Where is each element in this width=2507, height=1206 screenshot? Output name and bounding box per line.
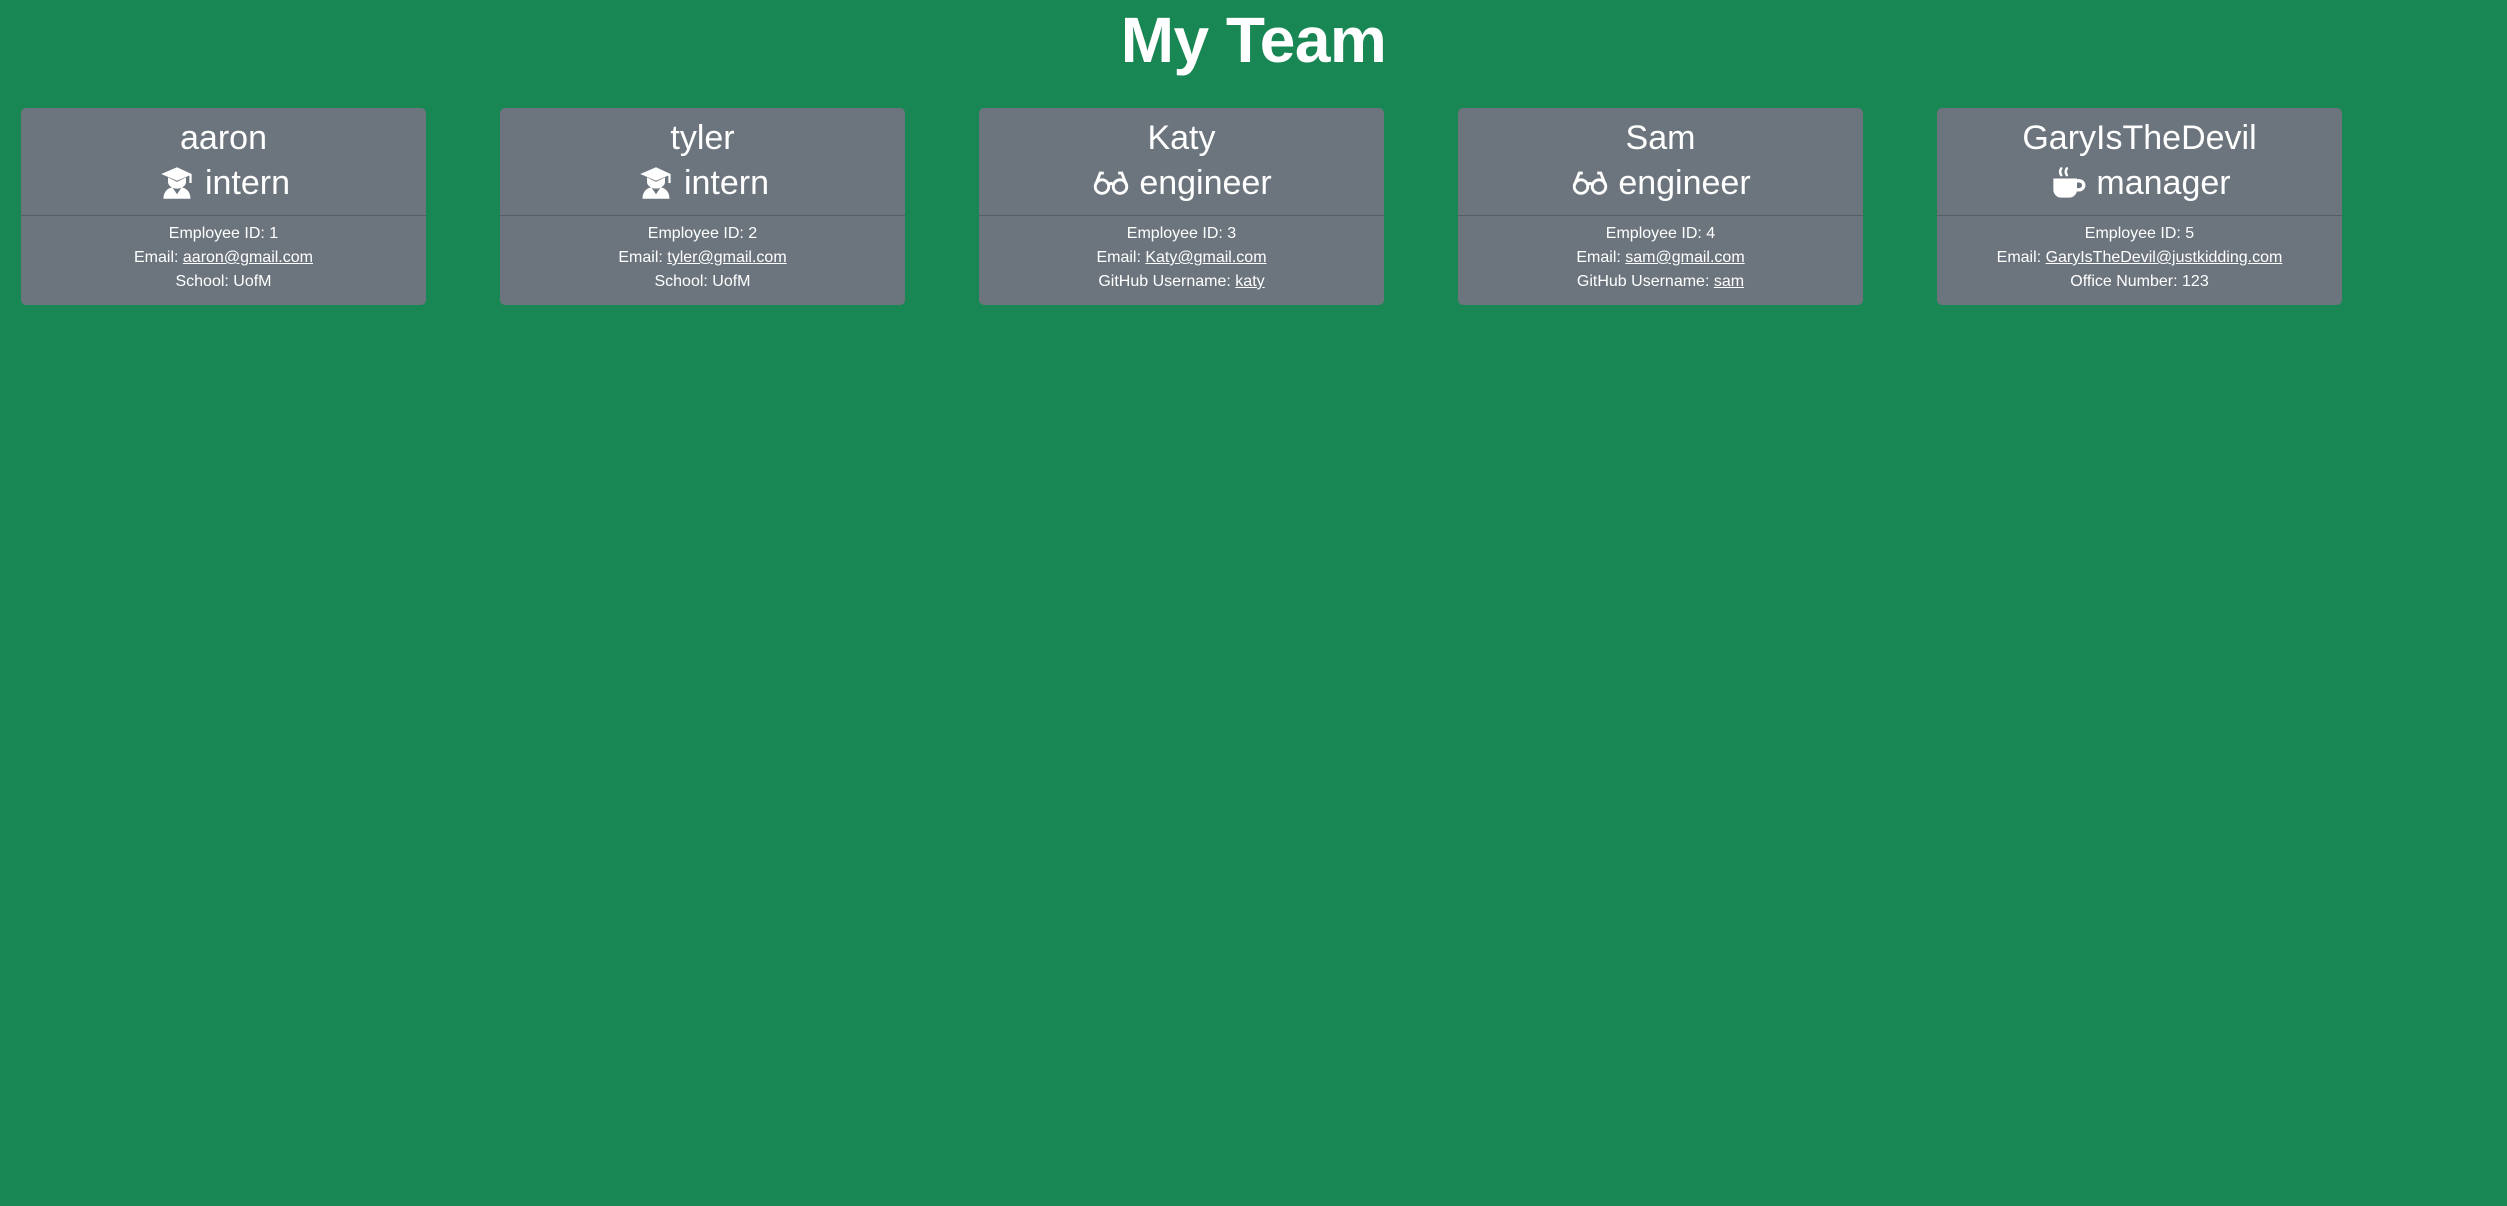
email-label: Email: <box>134 249 183 266</box>
email-label: Email: <box>618 249 668 266</box>
employee-role: engineer <box>979 158 1384 208</box>
employee-id: Employee ID: 5 <box>2084 225 2195 242</box>
email-line: Email: aaron@gmail.com <box>21 246 426 270</box>
github-link[interactable]: katy <box>1235 273 1264 290</box>
employee-id: Employee ID: 2 <box>647 225 758 242</box>
email-link[interactable]: aaron@gmail.com <box>183 249 313 266</box>
card-header: GaryIsTheDevil manager <box>1937 108 2342 216</box>
email-label: Email: <box>1576 249 1626 266</box>
card-body: Employee ID: 1 Email: aaron@gmail.com Sc… <box>21 216 426 294</box>
office-number: 123 <box>2182 273 2209 290</box>
card-header: tyler intern <box>500 108 905 216</box>
school-label: School: <box>654 273 713 290</box>
email-label: Email: <box>1096 249 1146 266</box>
github-line: GitHub Username: sam <box>1458 270 1863 294</box>
employee-role: intern <box>500 158 905 208</box>
school-line: School: UofM <box>500 270 905 294</box>
role-label: intern <box>204 163 291 202</box>
email-line: Email: tyler@gmail.com <box>500 246 905 270</box>
email-line: Email: Katy@gmail.com <box>979 246 1384 270</box>
card-header: aaron intern <box>21 108 426 216</box>
employee-id: Employee ID: 3 <box>1126 225 1237 242</box>
glasses-icon <box>1570 163 1610 203</box>
graduate-icon <box>636 163 676 203</box>
github-label: GitHub Username: <box>1098 273 1236 290</box>
employee-role: engineer <box>1458 158 1863 208</box>
card-body: Employee ID: 4 Email: sam@gmail.com GitH… <box>1458 216 1863 294</box>
school-line: School: UofM <box>21 270 426 294</box>
email-link[interactable]: GaryIsTheDevil@justkidding.com <box>2046 249 2283 266</box>
employee-id: Employee ID: 4 <box>1605 225 1716 242</box>
employee-card: GaryIsTheDevil manager Employee ID: 5 Em… <box>1937 108 2342 305</box>
employee-role: manager <box>1937 158 2342 208</box>
email-line: Email: sam@gmail.com <box>1458 246 1863 270</box>
employee-name: Sam <box>1625 119 1696 157</box>
employee-name: tyler <box>670 119 735 157</box>
role-label: intern <box>683 163 770 202</box>
employee-card: aaron intern Employee ID: 1 Email: aaron… <box>21 108 426 305</box>
role-label: manager <box>2096 163 2231 202</box>
employee-name: aaron <box>180 119 267 157</box>
school-value: UofM <box>712 273 751 290</box>
office-label: Office Number: <box>2070 273 2183 290</box>
employee-id: Employee ID: 1 <box>168 225 279 242</box>
card-header: Sam engineer <box>1458 108 1863 216</box>
employee-name: Katy <box>1147 119 1216 157</box>
coffee-icon <box>2048 163 2088 203</box>
employee-card: Katy engineer Employee ID: 3 Email: Katy… <box>979 108 1384 305</box>
employee-card: Sam engineer Employee ID: 4 Email: sam@g… <box>1458 108 1863 305</box>
team-cards: aaron intern Employee ID: 1 Email: aaron… <box>0 108 2507 308</box>
role-label: engineer <box>1618 163 1751 202</box>
page-title: My Team <box>1120 4 1387 76</box>
card-body: Employee ID: 5 Email: GaryIsTheDevil@jus… <box>1937 216 2342 294</box>
glasses-icon <box>1091 163 1131 203</box>
email-link[interactable]: tyler@gmail.com <box>667 249 786 266</box>
card-body: Employee ID: 3 Email: Katy@gmail.com Git… <box>979 216 1384 294</box>
office-line: Office Number: 123 <box>1937 270 2342 294</box>
card-header: Katy engineer <box>979 108 1384 216</box>
role-label: engineer <box>1139 163 1272 202</box>
graduate-icon <box>157 163 197 203</box>
employee-name: GaryIsTheDevil <box>2022 119 2257 157</box>
school-label: School: <box>175 273 234 290</box>
email-line: Email: GaryIsTheDevil@justkidding.com <box>1937 246 2342 270</box>
github-link[interactable]: sam <box>1714 273 1744 290</box>
employee-role: intern <box>21 158 426 208</box>
github-label: GitHub Username: <box>1576 273 1714 290</box>
email-link[interactable]: sam@gmail.com <box>1625 249 1744 266</box>
github-line: GitHub Username: katy <box>979 270 1384 294</box>
school-value: UofM <box>233 273 272 290</box>
email-label: Email: <box>1996 249 2046 266</box>
employee-card: tyler intern Employee ID: 2 Email: tyler… <box>500 108 905 305</box>
email-link[interactable]: Katy@gmail.com <box>1145 249 1266 266</box>
card-body: Employee ID: 2 Email: tyler@gmail.com Sc… <box>500 216 905 294</box>
